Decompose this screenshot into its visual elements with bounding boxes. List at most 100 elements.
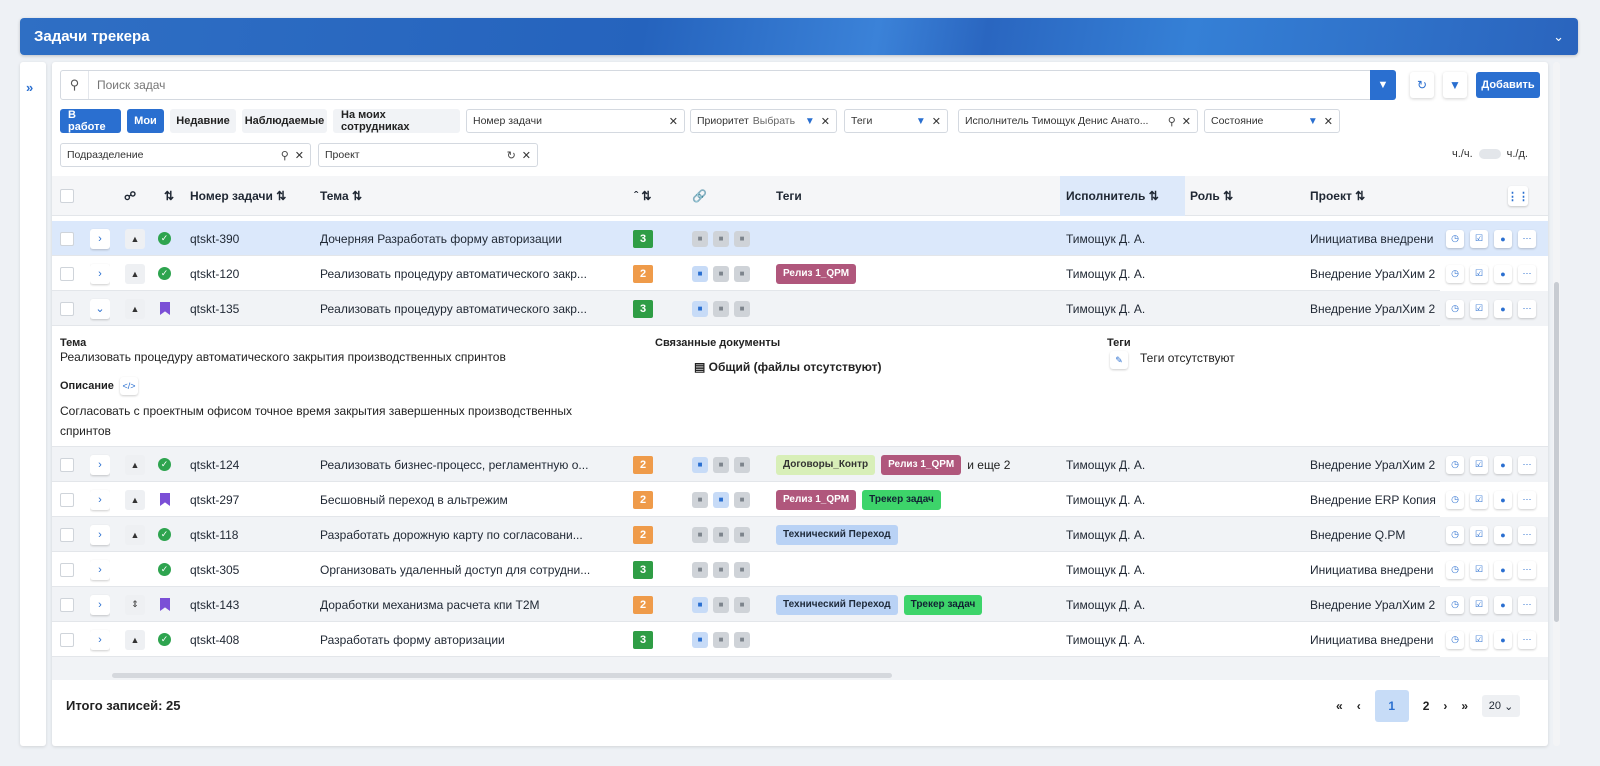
chat-icon[interactable]: ● [1494,229,1512,248]
refresh-icon[interactable]: ↻ [1410,72,1434,98]
chat-icon[interactable]: ■ [692,300,708,317]
page-current[interactable]: 1 [1374,690,1409,722]
task-number[interactable]: qtskt-120 [190,256,239,291]
col-role[interactable]: Роль ⇅ [1190,176,1300,216]
chip-in-progress[interactable]: В работе [60,109,121,133]
checklist-icon[interactable]: ☑ [1470,299,1488,318]
doc-icon[interactable]: ■ [734,526,750,543]
doc-icon[interactable]: ■ [734,230,750,247]
file-icon[interactable]: ■ [713,300,729,317]
expand-row-icon[interactable]: › [90,594,110,615]
filter-task-number[interactable]: Номер задачи ✕ [466,109,685,133]
file-icon[interactable]: ■ [713,265,729,282]
table-row[interactable]: › ▲ ✓ qtskt-124 Реализовать бизнес-проце… [52,447,1548,482]
task-subject[interactable]: Реализовать бизнес-процесс, регламентную… [320,447,620,482]
more-icon[interactable]: ⋯ [1518,595,1536,614]
task-subject[interactable]: Бесшовный переход в альтрежим [320,482,620,517]
hierarchy-icon[interactable]: ☍ [124,176,136,216]
row-checkbox[interactable] [60,527,74,542]
doc-icon[interactable]: ■ [734,631,750,648]
file-icon[interactable]: ■ [713,526,729,543]
sort-both-icon[interactable]: ⇕ [125,594,145,615]
horizontal-scrollbar[interactable] [112,673,892,678]
table-row[interactable]: › ▲ qtskt-297 Бесшовный переход в альтре… [52,482,1548,517]
task-subject[interactable]: Организовать удаленный доступ для сотруд… [320,552,620,587]
task-subject[interactable]: Реализовать процедуру автоматического за… [320,256,620,291]
chat-icon[interactable]: ■ [692,456,708,473]
tag-badge[interactable]: Трекер задач [903,594,983,615]
more-icon[interactable]: ⋯ [1518,560,1536,579]
scroll-thumb[interactable] [1554,282,1559,622]
select-all-checkbox[interactable] [60,189,74,203]
col-subject[interactable]: Тема ⇅ [320,176,620,216]
expand-row-icon[interactable]: › [90,263,110,284]
prev-page-icon[interactable]: ‹ [1357,699,1361,713]
tag-badge[interactable]: Трекер задач [862,489,941,510]
more-tags[interactable]: и еще 2 [967,458,1010,472]
table-row[interactable]: › ⇕ qtskt-143 Доработки механизма расчет… [52,587,1548,622]
file-icon[interactable]: ■ [713,230,729,247]
checklist-icon[interactable]: ☑ [1470,490,1488,509]
chat-icon[interactable]: ● [1494,560,1512,579]
doc-icon[interactable]: ■ [734,456,750,473]
toggle-switch[interactable] [1478,149,1501,159]
table-row[interactable]: › ▲ ✓ qtskt-120 Реализовать процедуру ав… [52,256,1548,291]
doc-icon[interactable]: ■ [734,561,750,578]
more-icon[interactable]: ⋯ [1518,525,1536,544]
file-icon[interactable]: ■ [713,596,729,613]
close-icon[interactable]: ✕ [1324,115,1333,128]
close-icon[interactable]: ✕ [932,115,941,128]
chat-icon[interactable]: ● [1494,455,1512,474]
filter-project[interactable]: Проект ↻ ✕ [318,143,538,167]
expand-icon[interactable]: » [26,80,33,95]
timer-icon[interactable]: ◷ [1446,299,1464,318]
file-icon[interactable]: ■ [713,491,729,508]
timer-icon[interactable]: ◷ [1446,264,1464,283]
col-assignee[interactable]: Исполнитель ⇅ [1060,176,1185,216]
file-icon[interactable]: ■ [713,561,729,578]
chat-icon[interactable]: ■ [692,596,708,613]
task-subject[interactable]: Доработки механизма расчета кпи Т2М [320,587,620,622]
tag-badge[interactable]: Релиз 1_QPM [881,454,962,475]
doc-icon[interactable]: ■ [734,596,750,613]
table-row[interactable]: › ▲ ✓ qtskt-118 Разработать дорожную кар… [52,517,1548,552]
task-number[interactable]: qtskt-124 [190,447,239,482]
chat-icon[interactable]: ■ [692,526,708,543]
close-icon[interactable]: ✕ [1182,115,1191,128]
detail-docs-item[interactable]: ▤ Общий (файлы отсутствуют) [694,357,881,377]
expand-row-icon[interactable]: › [90,559,110,580]
more-icon[interactable]: ⋯ [1518,229,1536,248]
timer-icon[interactable]: ◷ [1446,490,1464,509]
row-checkbox[interactable] [60,597,74,612]
chat-icon[interactable]: ● [1494,525,1512,544]
row-checkbox[interactable] [60,266,74,281]
hours-toggle[interactable]: ч./ч. ч./д. [1452,148,1528,160]
chat-icon[interactable]: ● [1494,299,1512,318]
task-subject[interactable]: Реализовать процедуру автоматического за… [320,291,620,326]
chat-icon[interactable]: ● [1494,630,1512,649]
timer-icon[interactable]: ◷ [1446,455,1464,474]
tag-badge[interactable]: Технический Переход [776,524,898,545]
row-checkbox[interactable] [60,562,74,577]
page-size-select[interactable]: 20 ⌄ [1482,695,1521,717]
row-checkbox[interactable] [60,301,74,316]
task-number[interactable]: qtskt-297 [190,482,239,517]
task-number[interactable]: qtskt-135 [190,291,239,326]
chat-icon[interactable]: ■ [692,265,708,282]
table-row[interactable]: ⌄ ▲ qtskt-135 Реализовать процедуру авто… [52,291,1548,326]
col-project[interactable]: Проект ⇅ [1310,176,1430,216]
chevron-down-icon[interactable]: ▼ [805,116,815,127]
more-icon[interactable]: ⋯ [1518,490,1536,509]
checklist-icon[interactable]: ☑ [1470,560,1488,579]
task-number[interactable]: qtskt-143 [190,587,239,622]
col-tags[interactable]: Теги [776,176,802,216]
sort-icon[interactable]: ⇅ [164,176,174,216]
expand-row-icon[interactable]: › [90,228,110,249]
expand-row-icon[interactable]: › [90,524,110,545]
chip-watched[interactable]: Наблюдаемые [242,109,327,133]
chat-icon[interactable]: ● [1494,490,1512,509]
chevron-down-icon[interactable]: ▼ [1308,116,1318,127]
doc-icon[interactable]: ■ [734,300,750,317]
table-row[interactable]: › ▲ ✓ qtskt-408 Разработать форму автори… [52,622,1548,657]
settings-columns-icon[interactable]: ⋮⋮ [1507,186,1529,206]
